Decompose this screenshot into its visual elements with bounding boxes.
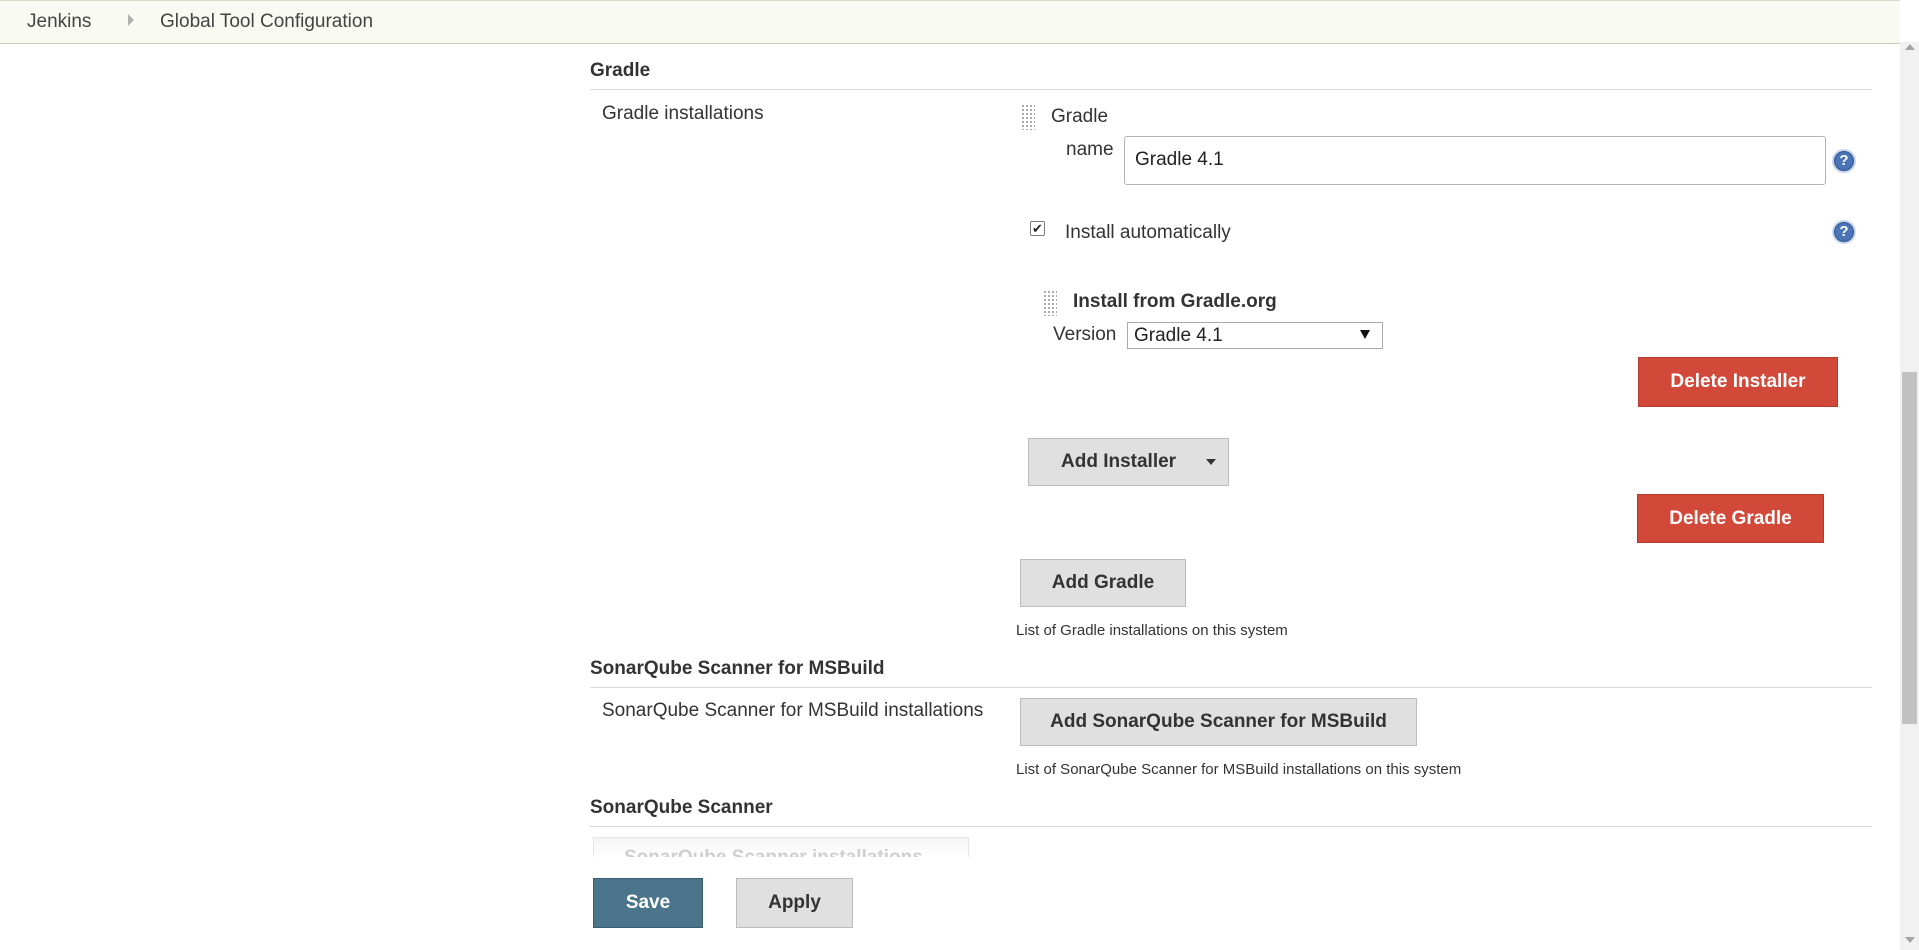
gradle-description: List of Gradle installations on this sys… xyxy=(1016,622,1288,639)
help-icon[interactable]: ? xyxy=(1832,149,1856,173)
version-select[interactable]: Gradle 4.1 xyxy=(1127,322,1383,349)
version-select-value: Gradle 4.1 xyxy=(1134,325,1223,346)
add-installer-label: Add Installer xyxy=(1061,451,1177,472)
help-icon[interactable]: ? xyxy=(1832,220,1856,244)
delete-gradle-button[interactable]: Delete Gradle xyxy=(1637,494,1824,543)
drag-handle-icon[interactable] xyxy=(1043,290,1057,316)
breadcrumb-jenkins-link[interactable]: Jenkins xyxy=(27,11,91,33)
scroll-up-arrow-icon[interactable] xyxy=(1905,44,1915,50)
breadcrumb-separator-icon xyxy=(128,14,134,26)
breadcrumb-bar: Jenkins Global Tool Configuration xyxy=(0,0,1900,44)
scroll-down-arrow-icon[interactable] xyxy=(1905,937,1915,943)
gradle-section-title: Gradle xyxy=(590,60,651,81)
bottom-action-bar xyxy=(0,858,1900,950)
delete-installer-button[interactable]: Delete Installer xyxy=(1638,357,1838,407)
sonar-msbuild-installations-label: SonarQube Scanner for MSBuild installati… xyxy=(602,700,984,721)
sonar-scanner-section-title: SonarQube Scanner xyxy=(590,797,773,818)
gradle-name-label: name xyxy=(1066,139,1114,160)
chevron-down-icon xyxy=(1360,330,1370,339)
sonar-msbuild-section-title: SonarQube Scanner for MSBuild xyxy=(590,658,885,679)
gradle-name-input[interactable]: Gradle 4.1 xyxy=(1124,136,1826,185)
version-label: Version xyxy=(1053,324,1117,345)
breadcrumb-current-page[interactable]: Global Tool Configuration xyxy=(160,11,373,33)
install-automatically-checkbox[interactable]: ✔ xyxy=(1030,221,1045,236)
add-gradle-button[interactable]: Add Gradle xyxy=(1020,559,1186,607)
sonar-scanner-section-divider xyxy=(590,826,1872,827)
drag-handle-icon[interactable] xyxy=(1021,104,1035,130)
sonar-msbuild-section-divider xyxy=(590,687,1872,688)
sonar-msbuild-description: List of SonarQube Scanner for MSBuild in… xyxy=(1016,761,1462,778)
installer-title: Install from Gradle.org xyxy=(1073,291,1277,312)
chevron-down-icon xyxy=(1206,459,1216,465)
gradle-item-title: Gradle xyxy=(1051,106,1109,127)
apply-button[interactable]: Apply xyxy=(736,878,853,928)
add-sonar-msbuild-button[interactable]: Add SonarQube Scanner for MSBuild xyxy=(1020,698,1417,746)
checkmark-icon: ✔ xyxy=(1032,221,1043,236)
gradle-installations-label: Gradle installations xyxy=(602,103,764,124)
gradle-section-divider xyxy=(590,89,1872,90)
sonar-scanner-installations-button[interactable]: SonarQube Scanner installations xyxy=(593,837,969,857)
scrollbar-thumb[interactable] xyxy=(1902,372,1917,724)
save-button[interactable]: Save xyxy=(593,878,703,928)
add-installer-button[interactable]: Add Installer xyxy=(1028,438,1229,486)
install-automatically-label: Install automatically xyxy=(1065,222,1231,243)
